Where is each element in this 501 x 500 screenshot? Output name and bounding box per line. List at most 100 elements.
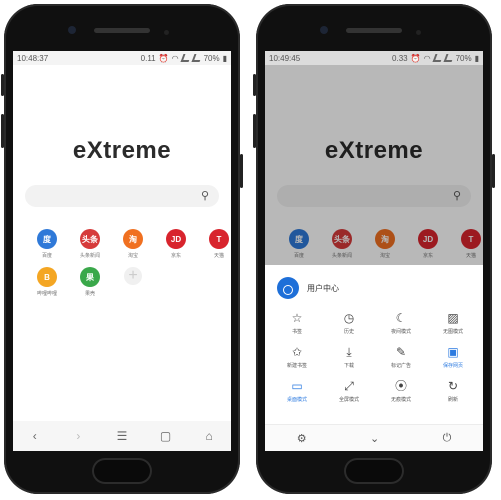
status-icons: 0.33 ⏰ ◠ 70% ▮ [392,54,479,63]
add-shortcut-button[interactable]: + [115,267,151,297]
settings-icon[interactable]: ⚙ [297,432,307,445]
status-time: 10:48:37 [17,53,49,63]
battery-percent: 70% [203,53,220,63]
menu-item-night-mode[interactable]: ☾ 夜间模式 [375,311,427,335]
battery-icon: ▮ [474,53,479,63]
signal-icon-2 [443,54,455,62]
menu-item-fullscreen[interactable]: ⤢ 全屏模式 [323,379,375,403]
shortcut-toutiao[interactable]: 头条 头条新闻 [72,229,108,259]
downloads-icon: ⤓ [346,345,352,359]
shortcut-tmall[interactable]: T 天猫 [201,229,231,259]
fullscreen-icon: ⤢ [344,379,354,393]
incognito-icon: ⦿ [394,379,407,393]
menu-item-mark-ads[interactable]: ✎ 标记广告 [375,345,427,369]
shortcut-jd[interactable]: JD 京东 [158,229,194,259]
menu-item-label: 下载 [343,363,354,369]
power-button [492,154,495,188]
tabs-icon[interactable]: ▢ [156,429,176,443]
browser-screen-left: 10:48:37 0.11 ⏰ ◠ 70% ▮ eXtreme ⚲ 度百度 头条头… [13,51,231,451]
proximity-sensor [416,30,421,35]
menu-item-label: 桌面模式 [286,397,307,403]
menu-item-downloads[interactable]: ⤓ 下载 [323,345,375,369]
shortcut-toutiao-icon: 头条 [80,229,100,249]
menu-item-no-image-mode[interactable]: ▨ 无图模式 [427,311,479,335]
shortcut-baidu[interactable]: 度百度 [29,229,65,259]
menu-item-refresh[interactable]: ↻ 刷新 [427,379,479,403]
menu-icon[interactable]: ☰ [112,429,132,443]
shortcut-label: 果壳 [84,291,95,297]
status-icons: 0.11 ⏰ ◠ 70% ▮ [141,54,227,63]
back-icon[interactable]: ‹ [25,429,45,443]
shortcut-label: 京东 [170,253,181,259]
collapse-menu-icon[interactable]: ⌄ [370,432,379,445]
wifi-icon: ◠ [171,53,179,63]
battery-icon: ▮ [222,53,227,63]
home-button[interactable] [344,458,404,484]
phone-left: 10:48:37 0.11 ⏰ ◠ 70% ▮ eXtreme ⚲ 度百度 头条头… [1,4,243,494]
shortcut-jd-icon: JD [166,229,186,249]
search-bar[interactable]: ⚲ [25,185,219,207]
earpiece-speaker [346,28,402,33]
home-icon[interactable]: ⌂ [199,429,219,443]
no-image-mode-icon: ▨ [447,311,459,325]
shortcut-label: 淘宝 [127,253,138,259]
menu-bottom-bar: ⚙ ⌄ ⏻ [265,424,483,451]
shortcut-label: 天猫 [213,253,224,259]
signal-icon-2 [191,54,203,62]
forward-icon[interactable]: › [68,429,88,443]
menu-item-history[interactable]: ◷ 历史 [323,311,375,335]
shortcut-tmall-icon: T [209,229,229,249]
menu-item-label: 刷新 [447,397,458,403]
phone-right: 10:49:45 0.33 ⏰ ◠ 70% ▮ eXtreme ⚲ 度百度 头条头… [253,4,495,494]
app-logo: eXtreme [72,137,172,164]
exit-icon[interactable]: ⏻ [443,432,452,445]
volume-button [253,114,256,148]
user-avatar-icon[interactable] [277,277,299,299]
status-bar: 10:48:37 0.11 ⏰ ◠ 70% ▮ [13,51,231,65]
shortcut-bilibili-icon: B [37,267,57,287]
browser-screen-right: 10:49:45 0.33 ⏰ ◠ 70% ▮ eXtreme ⚲ 度百度 头条头… [265,51,483,451]
bookmarks-icon: ☆ [291,311,303,325]
front-camera [68,26,76,34]
search-icon[interactable]: ⚲ [201,189,209,202]
alarm-icon: ⏰ [158,53,169,63]
dim-overlay[interactable] [265,65,483,265]
signal-icon [432,54,444,62]
shortcut-guoke[interactable]: 果果壳 [72,267,108,297]
battery-percent: 70% [455,53,472,63]
night-mode-icon: ☾ [395,311,407,325]
menu-grid: ☆ 书签 ◷ 历史 ☾ 夜间模式 ▨ 无图模式 ✩ 新建书签 ⤓ 下载 ✎ 标记广告 ▣ 保存网页 ▭ 桌面模式 ⤢… [271,311,483,403]
status-time: 10:49:45 [269,53,301,63]
shortcut-label: 头条新闻 [79,253,100,259]
alarm-icon: ⏰ [410,53,421,63]
menu-item-save-page[interactable]: ▣ 保存网页 [427,345,479,369]
desktop-mode-icon: ▭ [291,379,303,393]
power-button [240,154,243,188]
menu-item-label: 无痕模式 [390,397,411,403]
shortcut-label: 哔哩哔哩 [36,291,57,297]
volume-button [1,114,4,148]
menu-item-label: 保存网页 [442,363,463,369]
menu-item-label: 夜间模式 [390,329,411,335]
menu-item-desktop-mode[interactable]: ▭ 桌面模式 [271,379,323,403]
save-page-icon: ▣ [447,345,459,359]
front-camera [320,26,328,34]
menu-item-incognito[interactable]: ⦿ 无痕模式 [375,379,427,403]
menu-item-add-bookmark[interactable]: ✩ 新建书签 [271,345,323,369]
user-center[interactable]: 用户中心 [265,269,483,303]
plus-icon: + [124,267,142,285]
shortcut-taobao[interactable]: 淘淘宝 [115,229,151,259]
menu-item-bookmarks[interactable]: ☆ 书签 [271,311,323,335]
user-center-label: 用户中心 [307,283,339,293]
refresh-icon: ↻ [447,379,459,393]
add-bookmark-icon: ✩ [291,345,303,359]
menu-item-label: 新建书签 [286,363,307,369]
signal-icon [180,54,192,62]
alert-slider [253,74,256,96]
shortcut-grid: 度百度 头条 头条新闻淘淘宝 JD 京东 T 天猫 B 哔哩哔哩果果壳 + [29,229,231,297]
shortcut-guoke-icon: 果 [80,267,100,287]
home-button[interactable] [92,458,152,484]
menu-item-label: 全屏模式 [338,397,359,403]
mark-ads-icon: ✎ [395,345,407,359]
shortcut-bilibili[interactable]: B 哔哩哔哩 [29,267,65,297]
